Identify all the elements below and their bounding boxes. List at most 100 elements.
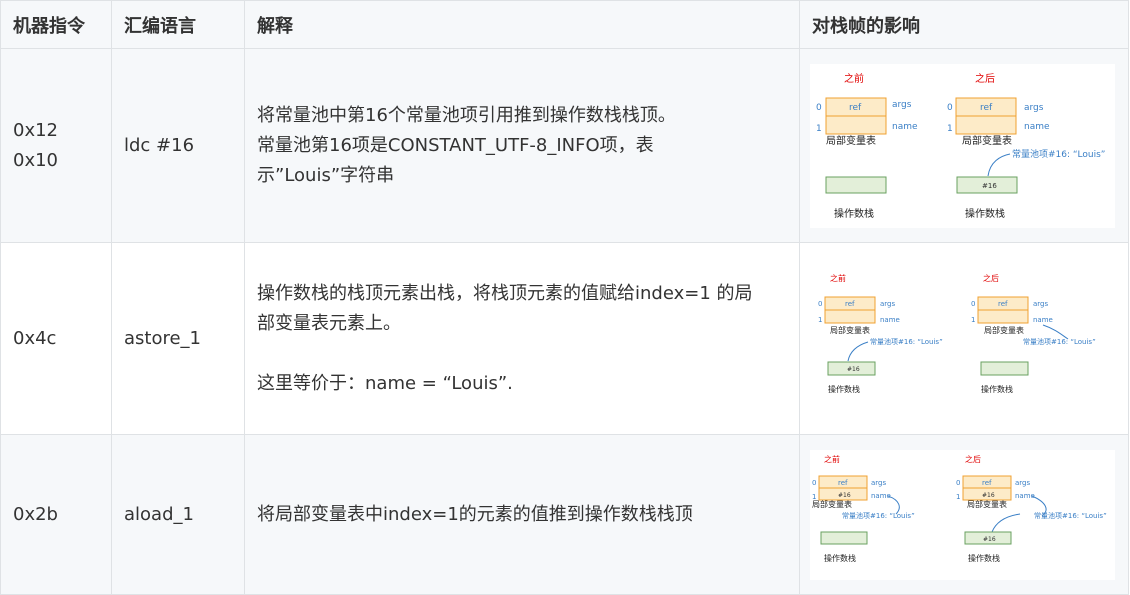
machine-code: 0x2b: [13, 504, 58, 525]
slot-value: ref: [838, 479, 848, 487]
stack-frame-diagram-cell: 之前 之后 0 1 ref args name 局部变量表 常量池项#16: “…: [799, 242, 1129, 435]
slot-label: args: [871, 479, 886, 487]
slot-label: args: [1024, 103, 1044, 113]
explain-line: 示”Louis”字符串: [257, 164, 395, 186]
lvt-slot-1: [955, 115, 1017, 134]
explain-cell: 将局部变量表中index=1的元素的值推到操作数栈栈顶: [244, 434, 800, 595]
explain-line: 部变量表元素上。: [257, 312, 401, 334]
slot-index: 1: [816, 124, 822, 134]
slot-label: name: [880, 316, 900, 324]
slot-label: args: [1015, 479, 1030, 487]
slot-value: #16: [982, 492, 995, 499]
lvt-slot-1: [977, 309, 1029, 323]
explain-line: [257, 339, 785, 369]
lvt-label: 局部变量表: [826, 134, 876, 147]
lvt-label: 局部变量表: [830, 325, 870, 335]
machine-code-cell: 0x2b: [0, 434, 112, 595]
slot-label: name: [892, 122, 918, 132]
explain-line: 操作数栈的栈顶元素出栈，将栈顶元素的值赋给index=1 的局: [257, 282, 753, 304]
header-explain: 解释: [244, 0, 800, 49]
slot-index: 0: [956, 479, 960, 487]
after-label: 之后: [965, 454, 981, 464]
table-row: 0x12 0x10 ldc #16 将常量池中第16个常量池项引用推到操作数栈栈…: [0, 48, 1129, 243]
header-machine: 机器指令: [0, 0, 112, 49]
before-label: 之前: [824, 454, 840, 464]
stack-frame-diagram-cell: 之前 之后 0 1 ref #16 args name 局部变量表 常量池项#1…: [799, 434, 1129, 595]
explain-line: 将局部变量表中index=1的元素的值推到操作数栈栈顶: [257, 503, 693, 525]
constant-pool-label: 常量池项#16: “Louis”: [842, 511, 915, 520]
slot-label: name: [871, 492, 891, 500]
slot-index: 0: [818, 300, 822, 308]
slot-index: 1: [818, 316, 822, 324]
before-label: 之前: [844, 72, 864, 85]
table-row: 0x2b aload_1 将局部变量表中index=1的元素的值推到操作数栈栈顶…: [0, 434, 1129, 595]
stack-frame-diagram-cell: 之前 之后 0 1 ref args name 局部变量表 操作数栈 0 1 r…: [799, 48, 1129, 243]
stack-value: #16: [983, 536, 996, 543]
lvt-label: 局部变量表: [962, 134, 1012, 147]
after-label: 之后: [975, 72, 995, 85]
after-label: 之后: [983, 273, 999, 283]
slot-index: 0: [971, 300, 975, 308]
constant-pool-label: 常量池项#16: “Louis”: [1023, 337, 1096, 346]
stack-value: #16: [982, 182, 997, 190]
asm-cell: aload_1: [111, 434, 245, 595]
slot-index: 1: [947, 124, 953, 134]
stack-label: 操作数栈: [834, 207, 874, 220]
lvt-slot-1: [825, 115, 887, 134]
explain-line: 常量池第16项是CONSTANT_UTF-8_INFO项，表: [257, 134, 654, 156]
stack-label: 操作数栈: [824, 553, 856, 563]
machine-code: 0x4c: [13, 328, 57, 349]
slot-label: args: [880, 300, 895, 308]
lvt-label: 局部变量表: [984, 325, 1024, 335]
slot-value: ref: [982, 479, 992, 487]
slot-value: ref: [845, 300, 855, 308]
header-effect: 对栈帧的影响: [799, 0, 1129, 49]
asm-cell: astore_1: [111, 242, 245, 435]
bytecode-table: 机器指令 汇编语言 解释 对栈帧的影响 0x12 0x10 ldc #16 将常…: [0, 0, 1129, 595]
header-asm: 汇编语言: [111, 0, 245, 49]
explain-line: 将常量池中第16个常量池项引用推到操作数栈栈顶。: [257, 104, 676, 126]
slot-index: 1: [971, 316, 975, 324]
stack-frame-diagram-astore: 之前 之后 0 1 ref args name 局部变量表 常量池项#16: “…: [818, 273, 1096, 394]
machine-code: 0x10: [13, 149, 59, 171]
asm-cell: ldc #16: [111, 48, 245, 243]
slot-index: 0: [812, 479, 816, 487]
stack-label: 操作数栈: [968, 553, 1000, 563]
slot-index: 0: [816, 103, 822, 113]
arrow: [1042, 324, 1069, 339]
stack-label: 操作数栈: [965, 207, 1005, 220]
explain-cell: 将常量池中第16个常量池项引用推到操作数栈栈顶。 常量池第16项是CONSTAN…: [244, 48, 800, 243]
machine-code: 0x12: [13, 119, 59, 141]
stack-label: 操作数栈: [828, 384, 860, 394]
slot-index: 1: [956, 493, 960, 501]
lvt-slot-1: [824, 309, 876, 323]
operand-stack-slot: [825, 176, 887, 193]
machine-code-cell: 0x12 0x10: [0, 48, 112, 243]
slot-label: args: [892, 100, 912, 110]
stack-frame-diagram-aload: 之前 之后 0 1 ref #16 args name 局部变量表 常量池项#1…: [810, 449, 1115, 580]
explain-line: 这里等价于：name = “Louis”.: [257, 372, 513, 394]
slot-label: name: [1024, 122, 1050, 132]
slot-value: ref: [980, 103, 993, 113]
machine-code-cell: 0x4c: [0, 242, 112, 435]
slot-label: args: [1033, 300, 1048, 308]
slot-index: 0: [947, 103, 953, 113]
lvt-label: 局部变量表: [967, 499, 1007, 509]
stack-label: 操作数栈: [981, 384, 1013, 394]
stack-frame-diagram-ldc: 之前 之后 0 1 ref args name 局部变量表 操作数栈 0 1 r…: [810, 63, 1115, 228]
before-label: 之前: [830, 273, 846, 283]
arrow: [847, 341, 869, 361]
operand-stack-slot: [980, 361, 1029, 375]
table-row: 0x4c astore_1 操作数栈的栈顶元素出栈，将栈顶元素的值赋给index…: [0, 242, 1129, 435]
constant-pool-label: 常量池项#16: “Louis”: [1012, 148, 1105, 160]
explain-cell: 操作数栈的栈顶元素出栈，将栈顶元素的值赋给index=1 的局 部变量表元素上。…: [244, 242, 800, 435]
slot-value: ref: [849, 103, 862, 113]
lvt-label: 局部变量表: [812, 499, 852, 509]
header-row: 机器指令 汇编语言 解释 对栈帧的影响: [0, 0, 1129, 49]
stack-value: #16: [847, 366, 860, 373]
constant-pool-label: 常量池项#16: “Louis”: [870, 337, 943, 346]
slot-value: #16: [838, 492, 851, 499]
slot-label: name: [1033, 316, 1053, 324]
slot-value: ref: [998, 300, 1008, 308]
operand-stack-slot: [820, 531, 868, 544]
